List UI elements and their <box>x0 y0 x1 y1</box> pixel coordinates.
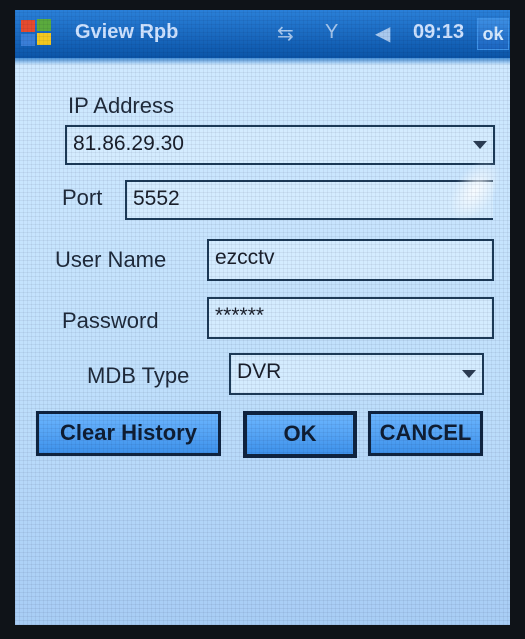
port-value: 5552 <box>133 187 180 210</box>
clear-history-button[interactable]: Clear History <box>36 411 221 456</box>
app-screen: Gview Rpb ⇆ Y ◀ 09:13 ok IP Address 81.8… <box>15 10 510 625</box>
speaker-icon[interactable]: ◀ <box>375 21 390 46</box>
title-bar: Gview Rpb ⇆ Y ◀ 09:13 ok <box>15 10 510 58</box>
port-label: Port <box>62 185 103 210</box>
chevron-down-icon[interactable] <box>462 370 476 378</box>
sync-arrows-icon[interactable]: ⇆ <box>277 21 294 46</box>
port-field[interactable]: 5552 <box>125 180 493 220</box>
mdb-type-label: MDB Type <box>87 363 190 388</box>
user-name-label: User Name <box>55 247 167 272</box>
signal-antenna-icon[interactable]: Y <box>325 21 338 44</box>
mdb-type-dropdown[interactable]: DVR <box>229 353 484 395</box>
password-field[interactable]: ****** <box>207 297 494 339</box>
windows-start-icon[interactable] <box>17 16 57 52</box>
ip-address-dropdown[interactable]: 81.86.29.30 <box>65 125 495 165</box>
chevron-down-icon[interactable] <box>473 141 487 149</box>
password-label: Password <box>62 308 159 333</box>
ok-button[interactable]: OK <box>243 411 357 458</box>
title-ok-button[interactable]: ok <box>477 18 509 50</box>
device-frame: Gview Rpb ⇆ Y ◀ 09:13 ok IP Address 81.8… <box>0 0 525 639</box>
ip-address-label: IP Address <box>68 93 174 118</box>
app-title: Gview Rpb <box>75 21 179 43</box>
user-name-value: ezcctv <box>215 246 275 269</box>
mdb-type-value: DVR <box>237 360 282 383</box>
clock[interactable]: 09:13 <box>413 21 464 44</box>
password-value: ****** <box>215 304 265 327</box>
user-name-field[interactable]: ezcctv <box>207 239 494 281</box>
ip-address-value: 81.86.29.30 <box>73 132 184 155</box>
cancel-button[interactable]: CANCEL <box>368 411 483 456</box>
